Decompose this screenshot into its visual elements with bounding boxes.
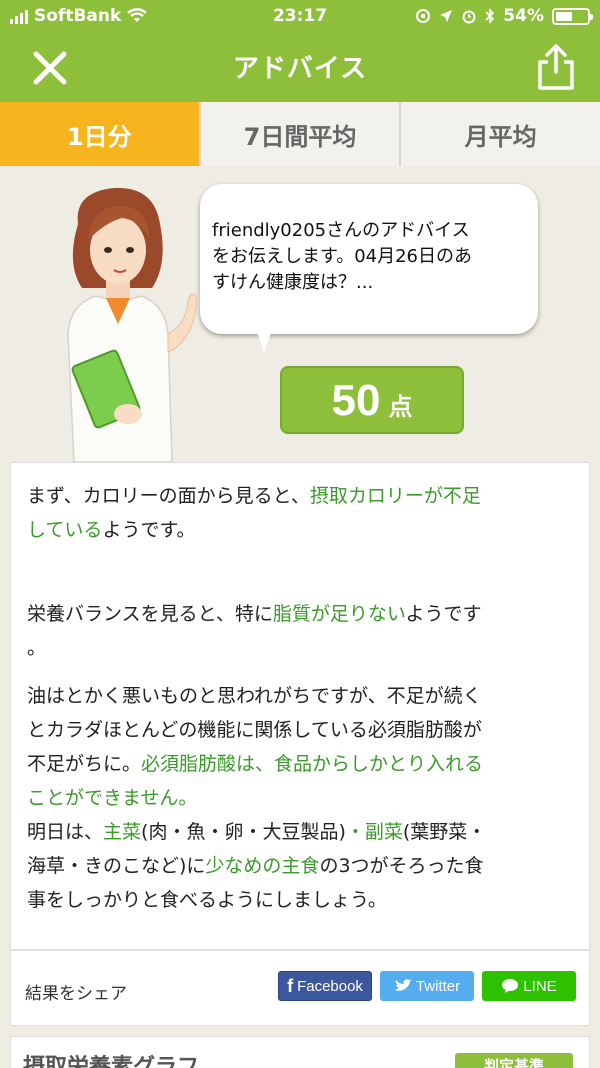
location-icon <box>440 10 453 22</box>
score-unit: 点 <box>388 393 413 421</box>
advisor-section: friendly0205さんのアドバイス をお伝えします。04月26日のあ すけ… <box>0 166 600 462</box>
twitter-share-button[interactable]: Twitter <box>380 971 474 1001</box>
top-bar: SoftBank 23:17 54% アドバイス <box>0 0 600 102</box>
status-bar: SoftBank 23:17 54% <box>0 0 600 34</box>
bubble-line-2: をお伝えします。04月26日のあ <box>212 246 473 267</box>
facebook-icon: f <box>287 975 294 996</box>
advice-speech-bubble: friendly0205さんのアドバイス をお伝えします。04月26日のあ すけ… <box>200 184 538 334</box>
nutrient-graph-title: 摂取栄養素グラフ <box>23 1055 200 1068</box>
twitter-bird-icon <box>394 979 412 991</box>
share-label: 結果をシェア <box>25 984 127 1004</box>
bluetooth-icon <box>485 8 495 24</box>
bubble-line-1: friendly0205さんのアドバイス <box>212 220 470 241</box>
advice-paragraph-tomorrow: 明日は、主菜(肉・魚・卵・大豆製品)・副菜(葉野菜・ 海草・きのこなど)に少なめの… <box>27 821 487 911</box>
line-share-button[interactable]: LINE <box>482 971 576 1001</box>
tab-monthly-average[interactable]: 月平均 <box>401 102 600 166</box>
alarm-icon <box>462 10 476 24</box>
page-title: アドバイス <box>232 54 368 84</box>
period-tabs: 1日分 7日間平均 月平均 <box>0 102 600 166</box>
advice-paragraph-balance: 栄養バランスを見ると、特に脂質が足りないようです。 <box>27 603 482 659</box>
battery-percent: 54% <box>503 6 544 26</box>
bubble-line-3: すけん健康度は？... <box>212 272 374 293</box>
advice-paragraph-fat: 油はとかく悪いものと思われがちですが、不足が続く とカラダほとんどの機能に関係して… <box>27 685 484 809</box>
score-value: 50 <box>331 376 381 425</box>
twitter-label: Twitter <box>415 977 461 995</box>
facebook-share-button[interactable]: f Facebook <box>278 971 372 1001</box>
tab-7day-average[interactable]: 7日間平均 <box>200 102 402 166</box>
rotation-lock-icon <box>416 9 431 23</box>
advice-card: まず、カロリーの面から見ると、摂取カロリーが不足 しているようです。 栄養バランス… <box>10 462 590 950</box>
share-icon[interactable] <box>534 42 578 92</box>
line-label: LINE <box>523 977 557 995</box>
nutrient-graph-card: 摂取栄養素グラフ 判定基準 <box>10 1036 590 1068</box>
advice-paragraph-calorie: まず、カロリーの面から見ると、摂取カロリーが不足 しているようです。 <box>27 485 481 541</box>
advisor-illustration <box>67 187 197 462</box>
criteria-button[interactable]: 判定基準 <box>455 1053 573 1068</box>
battery-icon <box>552 7 593 25</box>
health-score-badge: 50 点 <box>280 366 464 434</box>
share-row: 結果をシェア f Facebook Twitter LINE <box>10 950 590 1026</box>
status-right: 54% <box>415 6 593 26</box>
line-bubble-icon <box>502 979 519 993</box>
bubble-tail <box>254 326 274 354</box>
facebook-label: Facebook <box>297 977 363 995</box>
tab-1day[interactable]: 1日分 <box>0 102 201 166</box>
